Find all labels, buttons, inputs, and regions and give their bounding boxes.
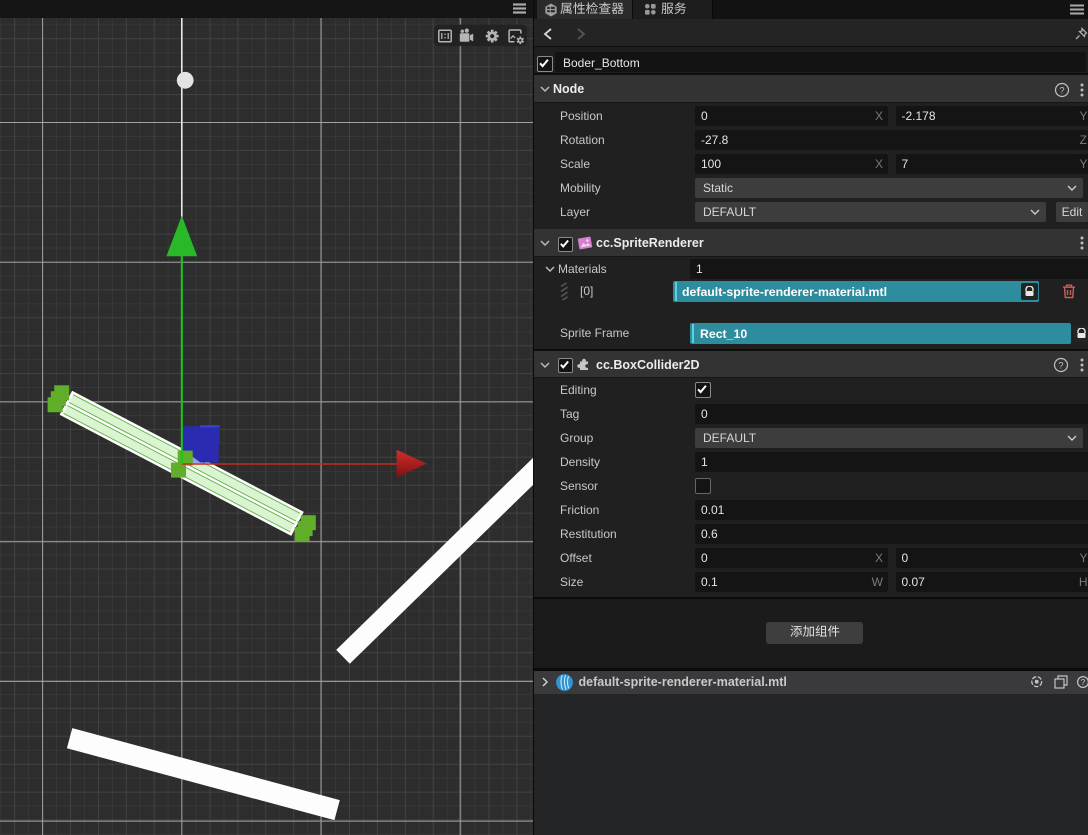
svg-text:?: ? bbox=[1059, 85, 1064, 95]
svg-text:?: ? bbox=[1080, 677, 1085, 687]
svg-text:?: ? bbox=[1058, 360, 1063, 370]
